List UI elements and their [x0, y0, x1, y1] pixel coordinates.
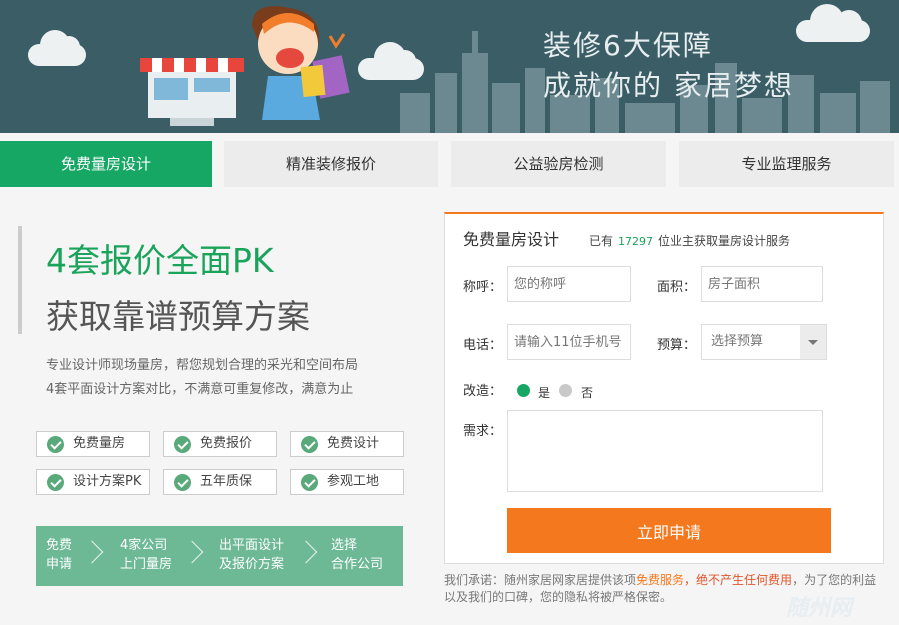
feature-tag: 免费设计: [290, 431, 404, 457]
tab-house-inspection[interactable]: 公益验房检测: [451, 141, 666, 187]
renovate-label: 改造：: [463, 384, 503, 399]
phone-input[interactable]: [507, 324, 631, 360]
promise-free: 免费服务: [636, 573, 685, 587]
process-step: 出平面设计 及报价方案: [219, 536, 284, 574]
stat-prefix: 已有: [589, 234, 614, 248]
feature-label: 设计方案PK: [73, 474, 142, 489]
service-description: 专业设计师现场量房，帮您规划合理的采光和空间布局 4套平面设计方案对比，不满意可…: [46, 354, 358, 402]
need-textarea[interactable]: [507, 410, 823, 492]
tab-free-measure-design[interactable]: 免费量房设计: [0, 141, 212, 187]
process-step-line: 申请: [46, 557, 73, 572]
process-steps: 免费 申请 4家公司 上门量房 出平面设计 及报价方案 选择 合作公司: [36, 526, 403, 586]
description-line: 专业设计师现场量房，帮您规划合理的采光和空间布局: [46, 358, 359, 373]
area-input[interactable]: [701, 266, 823, 302]
banner-slogan: 装修6大保障 成就你的 家居梦想: [543, 26, 794, 106]
phone-label: 电话：: [463, 338, 503, 353]
process-step: 免费 申请: [46, 536, 72, 574]
check-icon: [47, 436, 64, 453]
banner-slogan-line1: 装修6大保障: [543, 29, 713, 62]
radio-no-label: 否: [581, 386, 594, 400]
feature-tag: 免费量房: [36, 431, 150, 457]
chevron-right-icon: [294, 540, 318, 564]
promise-prefix: 我们承诺：随州家居网家居提供该项: [444, 573, 637, 587]
radio-yes-label: 是: [538, 386, 551, 400]
radio-yes[interactable]: [517, 384, 530, 397]
process-step-line: 出平面设计: [219, 538, 285, 553]
process-step: 选择 合作公司: [331, 536, 383, 574]
process-step-line: 4家公司: [120, 538, 168, 553]
promise-no-fee: 绝不产生任何费用: [696, 573, 793, 587]
apply-now-button[interactable]: 立即申请: [507, 508, 831, 553]
check-icon: [301, 436, 318, 453]
process-step: 4家公司 上门量房: [120, 536, 172, 574]
form-title: 免费量房设计: [463, 230, 560, 249]
service-tabs: 免费量房设计 精准装修报价 公益验房检测 专业监理服务: [0, 141, 899, 187]
process-step-line: 及报价方案: [219, 557, 285, 572]
feature-tag: 设计方案PK: [36, 469, 150, 495]
budget-select[interactable]: 选择预算: [701, 324, 827, 360]
name-input[interactable]: [507, 266, 631, 302]
need-label: 需求：: [463, 424, 503, 439]
tab-supervision-service[interactable]: 专业监理服务: [679, 141, 894, 187]
mascot-girl-illustration: [252, 6, 350, 120]
description-line: 4套平面设计方案对比，不满意可重复修改，满意为止: [46, 382, 354, 397]
process-step-line: 合作公司: [331, 557, 384, 572]
feature-label: 免费设计: [327, 436, 380, 451]
hero-banner: 装修6大保障 成就你的 家居梦想: [0, 0, 899, 133]
feature-label: 五年质保: [200, 474, 253, 489]
headline-budget: 获取靠谱预算方案: [46, 297, 310, 336]
headline-pk: 4套报价全面PK: [46, 241, 274, 280]
chevron-down-icon[interactable]: [800, 325, 826, 359]
feature-tag: 免费报价: [163, 431, 277, 457]
check-icon: [174, 474, 191, 491]
accent-bar: [18, 226, 22, 334]
stat-suffix: 位业主获取量房设计服务: [658, 234, 791, 248]
site-watermark: 随州网: [786, 596, 853, 621]
application-form: 免费量房设计 已有 17297 位业主获取量房设计服务 称呼： 面积： 电话： 预算…: [444, 212, 884, 564]
promise-sep: ，: [684, 573, 697, 587]
banner-slogan-line2: 成就你的 家居梦想: [543, 69, 794, 102]
check-icon: [47, 474, 64, 491]
stat-count: 17297: [618, 235, 654, 248]
area-label: 面积：: [657, 280, 697, 295]
applicant-count: 已有 17297 位业主获取量房设计服务: [589, 232, 790, 249]
process-step-line: 免费: [46, 538, 73, 553]
shop-illustration: [140, 58, 244, 126]
feature-tag: 参观工地: [290, 469, 404, 495]
check-icon: [174, 436, 191, 453]
cloud-decoration: [28, 30, 86, 66]
process-step-line: 上门量房: [120, 557, 173, 572]
feature-label: 免费报价: [200, 436, 253, 451]
check-icon: [301, 474, 318, 491]
process-step-line: 选择: [331, 538, 358, 553]
feature-tag: 五年质保: [163, 469, 277, 495]
feature-label: 参观工地: [327, 474, 380, 489]
tab-accurate-quote[interactable]: 精准装修报价: [224, 141, 438, 187]
chevron-right-icon: [80, 540, 104, 564]
budget-label: 预算：: [657, 338, 697, 353]
name-label: 称呼：: [463, 280, 503, 295]
chevron-right-icon: [180, 540, 204, 564]
budget-select-value: 选择预算: [711, 334, 764, 349]
feature-label: 免费量房: [73, 436, 126, 451]
radio-no[interactable]: [559, 384, 572, 397]
